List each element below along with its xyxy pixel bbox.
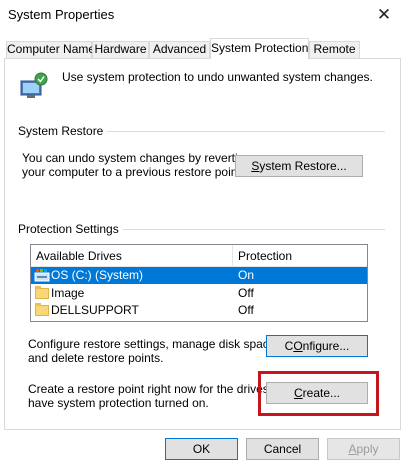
- title-bar: System Properties ✕: [0, 0, 407, 34]
- window-title: System Properties: [8, 7, 115, 22]
- configure-button-accel: O: [293, 339, 303, 353]
- column-separator[interactable]: [232, 245, 233, 266]
- drives-list[interactable]: Available Drives Protection OS (C:) (Sys…: [30, 244, 368, 322]
- column-header-available-drives[interactable]: Available Drives: [36, 249, 122, 263]
- drive-protection-status: Off: [238, 303, 254, 317]
- drive-protection-status: Off: [238, 286, 254, 300]
- system-restore-description-line1: You can undo system changes by reverting: [22, 151, 252, 165]
- protection-settings-heading: Protection Settings: [18, 222, 123, 236]
- system-drive-icon: [34, 269, 50, 282]
- tab-computer-name[interactable]: Computer Name: [6, 41, 95, 58]
- column-header-protection[interactable]: Protection: [238, 249, 292, 263]
- drive-name: Image: [51, 286, 85, 300]
- drive-row[interactable]: DELLSUPPORT Off: [31, 302, 367, 319]
- ok-button[interactable]: OK: [165, 438, 238, 460]
- drive-row[interactable]: Image Off: [31, 285, 367, 302]
- system-restore-button[interactable]: System Restore...: [235, 155, 363, 177]
- apply-button[interactable]: Apply: [327, 438, 400, 460]
- configure-description-line1: Configure restore settings, manage disk …: [28, 337, 279, 351]
- folder-drive-icon: [35, 303, 49, 316]
- system-restore-description-line2: your computer to a previous restore poin…: [22, 165, 245, 179]
- tab-advanced[interactable]: Advanced: [149, 41, 210, 58]
- configure-description-line2: and delete restore points.: [28, 351, 164, 365]
- tab-remote[interactable]: Remote: [309, 41, 360, 58]
- apply-button-accel: A: [348, 442, 357, 456]
- tab-hardware[interactable]: Hardware: [92, 41, 149, 58]
- configure-description: Configure restore settings, manage disk …: [28, 337, 279, 365]
- drive-name: DELLSUPPORT: [51, 303, 139, 317]
- intro-text: Use system protection to undo unwanted s…: [62, 70, 373, 84]
- drive-name: OS (C:) (System): [51, 268, 143, 282]
- cancel-button[interactable]: Cancel: [246, 438, 319, 460]
- folder-drive-icon: [35, 286, 49, 299]
- configure-button[interactable]: COnfigure...: [266, 335, 368, 357]
- drive-row[interactable]: OS (C:) (System) On: [31, 267, 367, 284]
- create-description: Create a restore point right now for the…: [28, 382, 292, 410]
- highlight-annotation-box: [258, 371, 379, 416]
- drives-list-header: Available Drives Protection: [31, 245, 367, 267]
- create-description-line1: Create a restore point right now for the…: [28, 382, 293, 396]
- tab-system-protection[interactable]: System Protection: [210, 38, 309, 59]
- system-protection-icon: [20, 72, 48, 98]
- system-restore-heading: System Restore: [18, 124, 108, 138]
- close-button[interactable]: ✕: [361, 0, 407, 30]
- configure-button-label-pre: C: [284, 339, 294, 353]
- system-restore-description: You can undo system changes by reverting…: [22, 151, 251, 179]
- apply-button-label: pply: [356, 442, 379, 456]
- create-description-line2: have system protection turned on.: [28, 396, 209, 410]
- system-restore-button-label: ystem Restore...: [259, 159, 347, 173]
- drive-protection-status: On: [238, 268, 255, 282]
- configure-button-label: nfigure...: [302, 339, 350, 353]
- close-icon: ✕: [376, 5, 392, 24]
